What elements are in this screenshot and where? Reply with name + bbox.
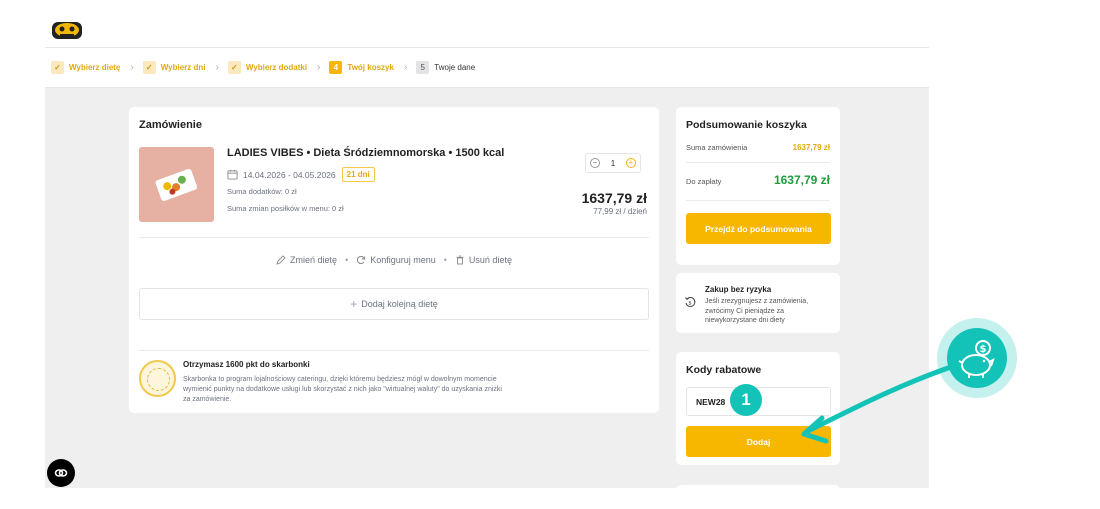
add-code-button[interactable]: Dodaj bbox=[686, 426, 831, 457]
chevron-right-icon: › bbox=[403, 62, 408, 73]
order-card: Zamówienie LADIES VIBES • Dieta Śródziem… bbox=[129, 107, 659, 413]
configure-menu-label: Konfiguruj menu bbox=[370, 255, 436, 265]
refresh-icon bbox=[357, 255, 366, 265]
no-risk-card: $ Zakup bez ryzyka Jeśli zrezygnujesz z … bbox=[676, 273, 840, 333]
no-risk-text: Jeśli zrezygnujesz z zamówienia, zwrócim… bbox=[705, 298, 809, 324]
divider bbox=[139, 350, 649, 351]
calendar-icon bbox=[227, 169, 238, 180]
app-frame: ✓ Wybierz dietę › ✓ Wybierz dni › ✓ Wybi… bbox=[45, 15, 929, 488]
diet-name: LADIES VIBES • Dieta Śródziemnomorska • … bbox=[227, 147, 505, 159]
check-icon: ✓ bbox=[142, 61, 156, 74]
change-diet-label: Zmień dietę bbox=[290, 255, 338, 265]
order-title: Zamówienie bbox=[139, 119, 202, 131]
days-badge: 21 dni bbox=[341, 167, 375, 182]
check-icon: ✓ bbox=[227, 61, 241, 74]
accessibility-button[interactable] bbox=[47, 459, 75, 487]
link-icon bbox=[54, 469, 68, 477]
step-choose-days[interactable]: ✓ Wybierz dni bbox=[142, 61, 206, 74]
order-total-value: 1637,79 zł bbox=[792, 143, 830, 152]
chevron-right-icon: › bbox=[317, 62, 321, 73]
step-label: Twój koszyk bbox=[347, 63, 394, 72]
diet-price: 1637,79 zł bbox=[581, 190, 647, 206]
add-diet-label: Dodaj kolejną dietę bbox=[361, 299, 438, 309]
change-diet-button[interactable]: Zmień dietę bbox=[276, 255, 337, 265]
tutorial-step-badge: 1 bbox=[730, 384, 762, 416]
configure-menu-button[interactable]: Konfiguruj menu bbox=[356, 255, 436, 265]
price-per-day: 77,99 zł / dzień bbox=[593, 207, 647, 216]
svg-text:$: $ bbox=[688, 301, 692, 307]
header bbox=[45, 15, 929, 48]
add-diet-button[interactable]: + Dodaj kolejną dietę bbox=[139, 288, 649, 320]
separator-dot: • bbox=[345, 255, 349, 265]
chevron-right-icon: › bbox=[130, 62, 134, 73]
step-label: Wybierz dodatki bbox=[245, 63, 308, 72]
pencil-icon bbox=[276, 255, 286, 265]
no-risk-title: Zakup bez ryzyka bbox=[705, 285, 772, 294]
check-icon: ✓ bbox=[51, 61, 64, 74]
trash-icon bbox=[456, 255, 464, 265]
plus-icon[interactable]: + bbox=[625, 158, 636, 168]
separator-dot: • bbox=[443, 255, 447, 265]
divider bbox=[139, 237, 649, 238]
checkout-steps: ✓ Wybierz dietę › ✓ Wybierz dni › ✓ Wybi… bbox=[45, 48, 929, 88]
chevron-right-icon: › bbox=[215, 62, 219, 73]
next-card bbox=[676, 485, 840, 488]
date-range: 14.04.2026 - 04.05.2026 bbox=[243, 169, 336, 180]
summary-title: Podsumowanie koszyka bbox=[686, 119, 807, 131]
step-number: 5 bbox=[416, 61, 430, 74]
step-cart[interactable]: 4 Twój koszyk bbox=[329, 61, 394, 74]
quantity-stepper: − 1 + bbox=[585, 153, 641, 173]
step-number: 4 bbox=[329, 61, 343, 74]
step-choose-diet[interactable]: ✓ Wybierz dietę bbox=[51, 61, 120, 74]
refund-icon: $ bbox=[685, 296, 696, 307]
svg-text:$: $ bbox=[980, 344, 987, 355]
step-label: Wybierz dni bbox=[160, 63, 206, 72]
remove-diet-button[interactable]: Usuń dietę bbox=[455, 255, 512, 265]
order-total-label: Suma zamówienia bbox=[686, 143, 748, 152]
go-to-summary-button[interactable]: Przejdź do podsumowania bbox=[686, 213, 831, 244]
addons-sum: Suma dodatków: 0 zł bbox=[227, 187, 297, 196]
points-text: Skarbonka to program lojalnościowy cater… bbox=[183, 376, 502, 403]
diet-actions: Zmień dietę • Konfiguruj menu • Usuń die… bbox=[129, 255, 659, 265]
step-label: Wybierz dietę bbox=[69, 63, 121, 72]
diet-thumbnail bbox=[139, 147, 214, 222]
menu-changes-sum: Suma zmian posiłków w menu: 0 zł bbox=[227, 204, 344, 213]
points-title: Otrzymasz 1600 pkt do skarbonki bbox=[183, 360, 310, 369]
plus-icon: + bbox=[350, 297, 358, 311]
date-row: 14.04.2026 - 04.05.2026 21 dni bbox=[227, 167, 375, 182]
brand-logo[interactable] bbox=[51, 18, 83, 42]
step-your-data[interactable]: 5 Twoje dane bbox=[416, 61, 475, 74]
to-pay-value: 1637,79 zł bbox=[773, 173, 830, 187]
remove-diet-label: Usuń dietę bbox=[468, 255, 512, 265]
piggy-bank-icon: $ bbox=[947, 328, 1007, 388]
discount-codes-title: Kody rabatowe bbox=[686, 364, 762, 376]
coin-icon bbox=[139, 360, 176, 397]
divider bbox=[686, 200, 830, 201]
divider bbox=[686, 162, 830, 163]
to-pay-label: Do zapłaty bbox=[686, 177, 722, 186]
cart-summary-card: Podsumowanie koszyka Suma zamówienia 163… bbox=[676, 107, 840, 265]
step-label: Twoje dane bbox=[434, 63, 476, 72]
minus-icon[interactable]: − bbox=[590, 158, 600, 168]
step-choose-addons[interactable]: ✓ Wybierz dodatki bbox=[227, 61, 308, 74]
quantity-value: 1 bbox=[610, 158, 616, 168]
